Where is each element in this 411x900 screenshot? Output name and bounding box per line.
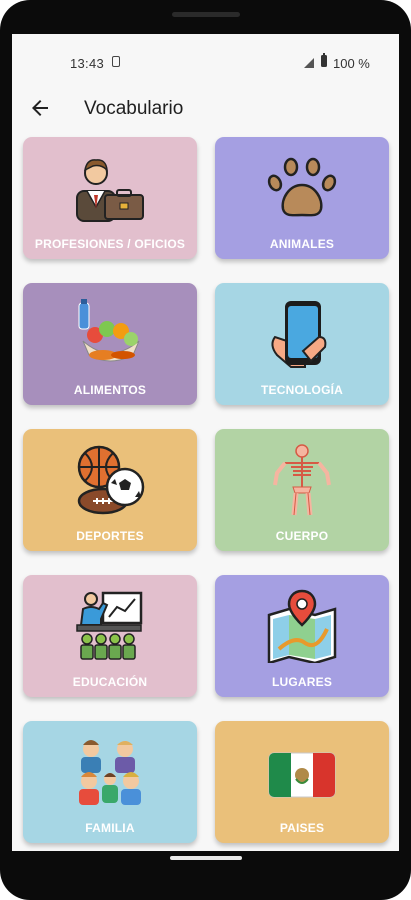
- paw-icon: [267, 157, 337, 217]
- page-title: Vocabulario: [84, 98, 184, 119]
- gesture-nav-bar[interactable]: [170, 856, 242, 860]
- category-card-deportes[interactable]: DEPORTES: [23, 429, 197, 551]
- category-label: DEPORTES: [76, 529, 144, 543]
- category-card-alimentos[interactable]: ALIMENTOS: [23, 283, 197, 405]
- status-time: 13:43: [70, 56, 105, 71]
- category-label: PROFESIONES / OFICIOS: [34, 237, 186, 251]
- category-label: CUERPO: [275, 529, 329, 543]
- category-card-educacion[interactable]: EDUCACIÓN: [23, 575, 197, 697]
- businessman-briefcase-icon: [76, 159, 144, 222]
- category-label: FAMILIA: [85, 821, 135, 835]
- category-label: TECNOLOGÍA: [261, 383, 343, 397]
- category-card-paises[interactable]: PAISES: [215, 721, 389, 843]
- category-label: ALIMENTOS: [73, 383, 147, 397]
- category-card-profesiones[interactable]: PROFESIONES / OFICIOS: [23, 137, 197, 259]
- app-bar: Vocabulario: [12, 90, 399, 130]
- skeleton-body-icon: [273, 444, 331, 516]
- map-pin-icon: [267, 589, 337, 663]
- sim-icon: [112, 56, 120, 67]
- family-icon: [79, 740, 141, 805]
- category-card-animales[interactable]: ANIMALES: [215, 137, 389, 259]
- status-bar: 13:43 100 %: [12, 34, 399, 90]
- category-label: EDUCACIÓN: [72, 675, 148, 689]
- mexico-flag-icon: [268, 752, 336, 798]
- category-card-tecnologia[interactable]: TECNOLOGÍA: [215, 283, 389, 405]
- smartphone-hand-icon: [271, 301, 327, 368]
- app-screen: 13:43 100 % Vocabulario PROFESIONES / OF…: [12, 34, 399, 851]
- battery-level: 100 %: [333, 56, 370, 71]
- category-label: ANIMALES: [269, 237, 335, 251]
- sports-balls-icon: [77, 445, 145, 515]
- back-arrow-icon[interactable]: [28, 96, 52, 120]
- phone-frame: 13:43 100 % Vocabulario PROFESIONES / OF…: [0, 0, 411, 900]
- category-card-familia[interactable]: FAMILIA: [23, 721, 197, 843]
- speaker-grille: [172, 12, 240, 17]
- battery-icon: [321, 52, 327, 67]
- category-card-lugares[interactable]: LUGARES: [215, 575, 389, 697]
- category-label: PAISES: [279, 821, 325, 835]
- classroom-icon: [76, 591, 143, 660]
- food-basket-icon: [78, 299, 140, 362]
- category-label: LUGARES: [271, 675, 333, 689]
- category-card-cuerpo[interactable]: CUERPO: [215, 429, 389, 551]
- signal-icon: [304, 58, 314, 68]
